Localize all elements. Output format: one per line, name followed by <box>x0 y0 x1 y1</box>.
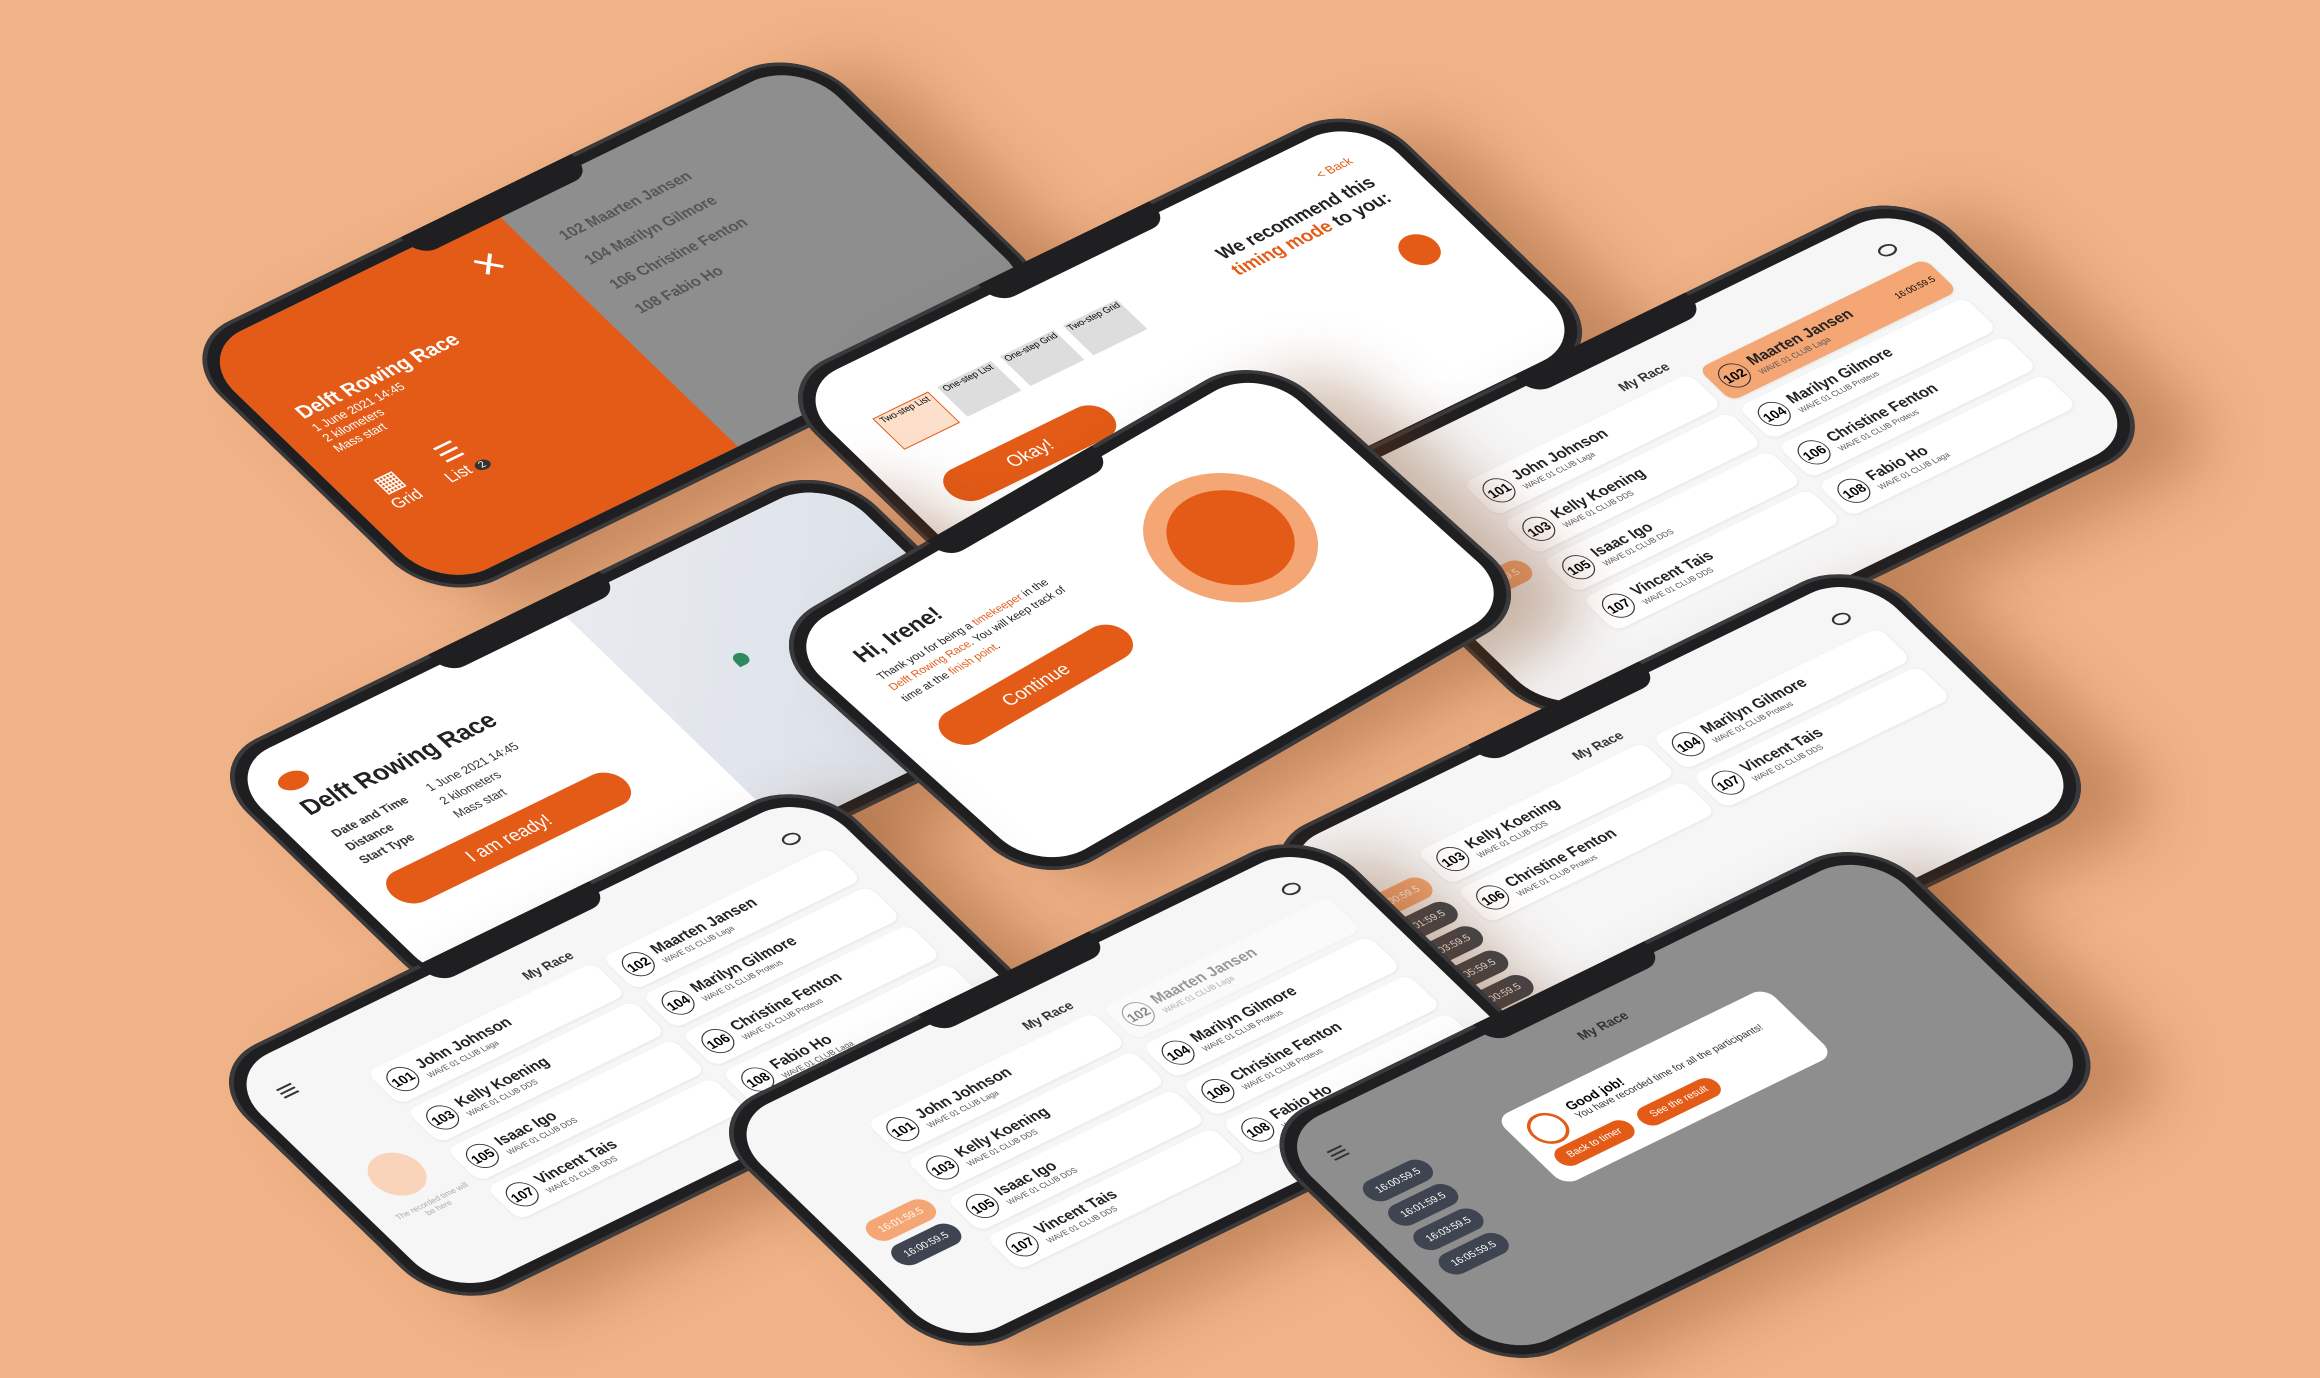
list-option[interactable]: ☰ List 2 <box>417 431 495 487</box>
list-badge: 2 <box>471 457 494 473</box>
mode-option-one-step-list[interactable]: One-step List <box>936 360 1022 417</box>
rower-logo-icon <box>1139 471 1322 604</box>
app-logo <box>1107 447 1355 628</box>
stopwatch-icon <box>1389 228 1450 271</box>
list-icon: ☰ <box>427 435 472 468</box>
rower-logo-icon <box>272 766 315 795</box>
map-pin-icon <box>729 650 753 668</box>
mode-option-two-step-list[interactable]: Two-step List <box>872 391 961 450</box>
mode-option-one-step-grid[interactable]: One-step Grid <box>999 330 1085 387</box>
grid-option[interactable]: ▦ Grid <box>363 464 428 513</box>
empty-timer-icon <box>355 1144 439 1204</box>
mode-option-two-step-grid[interactable]: Two-step Grid <box>1062 299 1148 356</box>
back-link[interactable]: < Back <box>1312 155 1356 182</box>
card-time: 16:00:59.5 <box>1891 274 1938 301</box>
